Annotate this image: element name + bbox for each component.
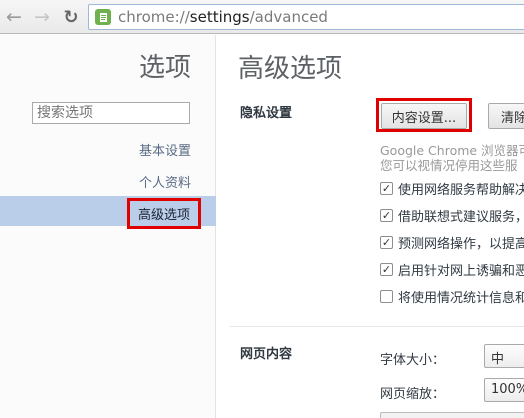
page-zoom-select[interactable]: 100% — [484, 378, 524, 402]
sidebar-item-basic[interactable]: 基本设置 — [139, 140, 191, 159]
address-bar[interactable]: chrome://settings/advanced — [88, 4, 524, 30]
page-title: 高级选项 — [238, 54, 343, 84]
browser-toolbar: ← → ↻ chrome://settings/advanced — [0, 0, 524, 34]
url-text[interactable]: chrome://settings/advanced — [118, 8, 328, 26]
checkbox[interactable]: ✓ — [380, 208, 393, 222]
clear-browsing-data-button[interactable]: 清除 — [488, 103, 524, 129]
url-host: settings — [189, 8, 250, 26]
url-scheme: chrome:// — [118, 8, 190, 26]
sidebar-item-personal[interactable]: 个人资料 — [139, 172, 191, 191]
sidebar-item-advanced[interactable]: 高级选项 — [126, 198, 201, 229]
search-input[interactable] — [32, 102, 190, 124]
checkbox[interactable]: ✓ — [380, 181, 393, 195]
checkbox-label: 启用针对网上诱骗和恶 — [398, 263, 524, 279]
privacy-option-row[interactable]: ✓ 预测网络操作，以提高 — [380, 234, 524, 252]
partial-control[interactable] — [380, 412, 524, 418]
checkbox[interactable] — [380, 289, 393, 303]
font-size-label: 字体大小： — [380, 353, 446, 368]
privacy-option-row[interactable]: ✓ 使用网络服务帮助解决 — [380, 180, 524, 198]
page-icon — [95, 9, 111, 25]
privacy-section-label: 隐私设置 — [240, 106, 293, 121]
font-size-select[interactable]: 中 — [484, 344, 524, 368]
privacy-option-row[interactable]: 将使用情况统计信息和 — [380, 288, 524, 306]
content-settings-button[interactable]: 内容设置... — [381, 103, 467, 129]
web-content-section-label: 网页内容 — [240, 347, 293, 362]
sidebar-title: 选项 — [138, 53, 191, 83]
privacy-option-row[interactable]: ✓ 启用针对网上诱骗和恶 — [380, 261, 524, 279]
privacy-description-line2: 您可以视情况停用这些服 — [380, 158, 518, 173]
checkbox[interactable]: ✓ — [380, 262, 393, 276]
forward-arrow-icon[interactable]: → — [31, 6, 53, 28]
checkbox-label: 预测网络操作，以提高 — [398, 236, 524, 252]
checkbox-label: 借助联想式建议服务， — [398, 209, 524, 225]
reload-icon[interactable]: ↻ — [60, 6, 82, 28]
section-divider — [230, 326, 524, 327]
checkbox[interactable]: ✓ — [380, 235, 393, 249]
checkbox-label: 将使用情况统计信息和 — [398, 290, 524, 306]
checkbox-label: 使用网络服务帮助解决 — [398, 182, 524, 198]
url-path: /advanced — [249, 8, 328, 26]
back-arrow-icon[interactable]: ← — [3, 6, 25, 28]
page-zoom-label: 网页缩放： — [380, 387, 446, 402]
settings-sidebar: 选项 基本设置 个人资料 高级选项 — [0, 35, 216, 418]
privacy-option-row[interactable]: ✓ 借助联想式建议服务， — [380, 207, 524, 225]
